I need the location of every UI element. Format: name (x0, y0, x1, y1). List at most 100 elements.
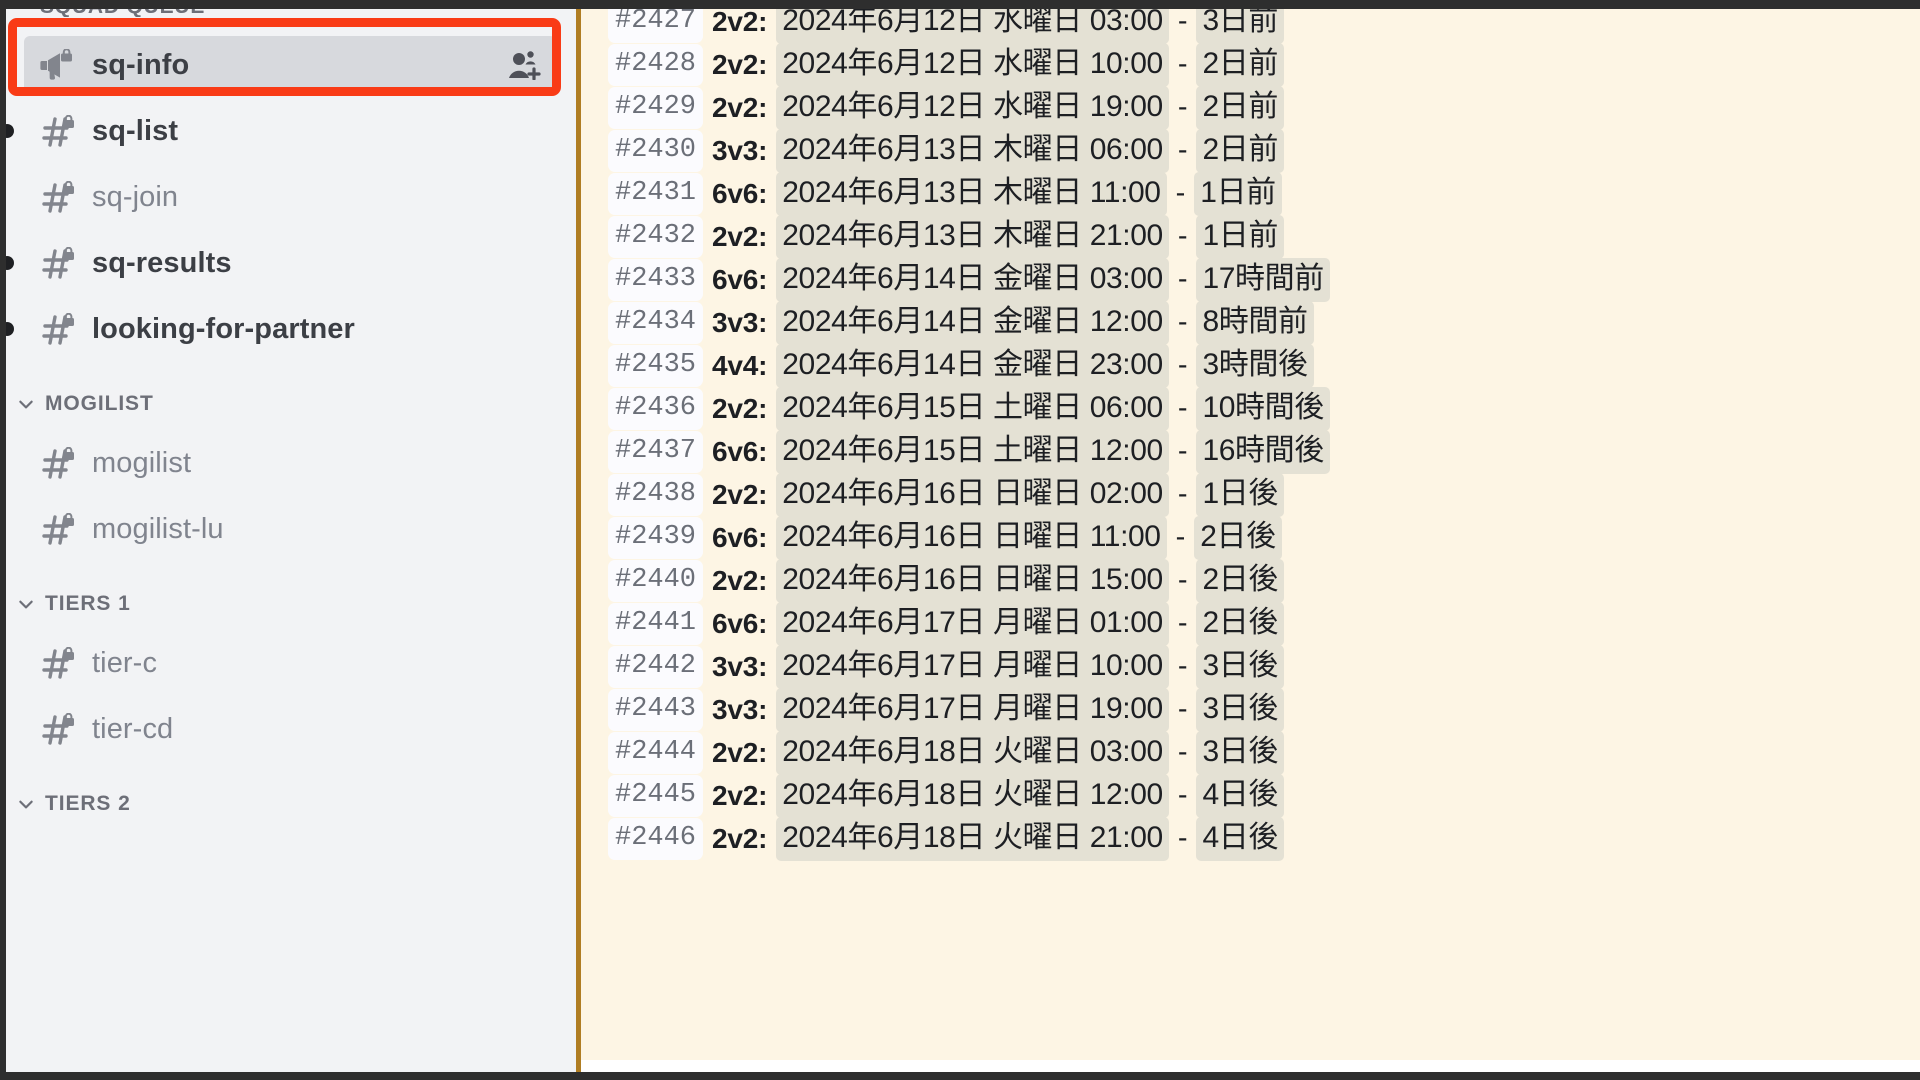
message-id-badge[interactable]: #2435 (608, 344, 704, 387)
category-header-tiers-1[interactable]: TIERS 1 (16, 592, 131, 616)
scheduled-timestamp[interactable]: 2024年6月15日 土曜日 12:00 (776, 429, 1169, 474)
sidebar-channel-sq-list[interactable]: sq-list (24, 102, 556, 160)
scheduled-timestamp[interactable]: 2024年6月16日 日曜日 02:00 (776, 472, 1169, 517)
message-id-badge[interactable]: #2444 (608, 731, 704, 774)
message-id-badge[interactable]: #2437 (608, 430, 704, 473)
scheduled-timestamp[interactable]: 2024年6月13日 木曜日 06:00 (776, 128, 1169, 173)
scheduled-timestamp[interactable]: 2024年6月17日 月曜日 10:00 (776, 644, 1169, 689)
message-id-badge[interactable]: #2430 (608, 129, 704, 172)
message-id-badge[interactable]: #2439 (608, 516, 704, 559)
relative-time[interactable]: 3日後 (1196, 687, 1284, 732)
message-id-badge[interactable]: #2428 (608, 43, 704, 86)
message-id-badge[interactable]: #2436 (608, 387, 704, 430)
scheduled-timestamp[interactable]: 2024年6月15日 土曜日 06:00 (776, 386, 1169, 431)
relative-time[interactable]: 1日前 (1194, 171, 1282, 216)
relative-time[interactable]: 2日後 (1196, 558, 1284, 603)
schedule-row[interactable]: #2439 6v6: 2024年6月16日 日曜日 11:00-2日後 (581, 515, 1330, 560)
scheduled-timestamp[interactable]: 2024年6月14日 金曜日 03:00 (776, 257, 1169, 302)
schedule-row[interactable]: #2429 2v2: 2024年6月12日 水曜日 19:00-2日前 (581, 85, 1330, 130)
message-id-badge[interactable]: #2434 (608, 301, 704, 344)
message-id-badge[interactable]: #2431 (608, 172, 704, 215)
schedule-row[interactable]: #2433 6v6: 2024年6月14日 金曜日 03:00-17時間前 (581, 257, 1330, 302)
message-id-badge[interactable]: #2446 (608, 817, 704, 860)
relative-time[interactable]: 17時間前 (1196, 257, 1330, 302)
relative-time[interactable]: 2日後 (1196, 601, 1284, 646)
hash-lock-icon (38, 712, 78, 746)
relative-time[interactable]: 2日前 (1196, 42, 1284, 87)
scheduled-timestamp[interactable]: 2024年6月18日 火曜日 12:00 (776, 773, 1169, 818)
relative-time[interactable]: 1日後 (1196, 472, 1284, 517)
message-id-badge[interactable]: #2442 (608, 645, 704, 688)
schedule-row[interactable]: #2427 2v2: 2024年6月12日 水曜日 03:00-3日前 (581, 9, 1330, 44)
schedule-row[interactable]: #2442 3v3: 2024年6月17日 月曜日 10:00-3日後 (581, 644, 1330, 689)
schedule-row[interactable]: #2436 2v2: 2024年6月15日 土曜日 06:00-10時間後 (581, 386, 1330, 431)
message-id-badge[interactable]: #2443 (608, 688, 704, 731)
schedule-row[interactable]: #2434 3v3: 2024年6月14日 金曜日 12:00-8時間前 (581, 300, 1330, 345)
relative-time[interactable]: 3時間後 (1196, 343, 1314, 388)
scheduled-timestamp[interactable]: 2024年6月13日 木曜日 21:00 (776, 214, 1169, 259)
schedule-row[interactable]: #2443 3v3: 2024年6月17日 月曜日 19:00-3日後 (581, 687, 1330, 732)
category-header-clipped[interactable]: SQUAD QUEUE (16, 9, 205, 17)
message-id-badge[interactable]: #2441 (608, 602, 704, 645)
schedule-row[interactable]: #2435 4v4: 2024年6月14日 金曜日 23:00-3時間後 (581, 343, 1330, 388)
message-id-badge[interactable]: #2438 (608, 473, 704, 516)
scheduled-timestamp[interactable]: 2024年6月17日 月曜日 01:00 (776, 601, 1169, 646)
category-header-mogilist[interactable]: MOGILIST (16, 392, 154, 416)
relative-time[interactable]: 3日後 (1196, 730, 1284, 775)
message-id-badge[interactable]: #2432 (608, 215, 704, 258)
hash-lock-icon (38, 512, 78, 546)
schedule-row[interactable]: #2440 2v2: 2024年6月16日 日曜日 15:00-2日後 (581, 558, 1330, 603)
schedule-row[interactable]: #2432 2v2: 2024年6月13日 木曜日 21:00-1日前 (581, 214, 1330, 259)
scheduled-timestamp[interactable]: 2024年6月13日 木曜日 11:00 (776, 171, 1167, 216)
scheduled-timestamp[interactable]: 2024年6月12日 水曜日 10:00 (776, 42, 1169, 87)
scheduled-timestamp[interactable]: 2024年6月14日 金曜日 23:00 (776, 343, 1169, 388)
scheduled-timestamp[interactable]: 2024年6月14日 金曜日 12:00 (776, 300, 1169, 345)
category-label: TIERS 2 (45, 792, 131, 815)
relative-time[interactable]: 16時間後 (1196, 429, 1330, 474)
schedule-row[interactable]: #2444 2v2: 2024年6月18日 火曜日 03:00-3日後 (581, 730, 1330, 775)
match-mode-label: 2v2: (712, 564, 768, 596)
sidebar-channel-sq-join[interactable]: sq-join (24, 168, 556, 226)
relative-time[interactable]: 2日前 (1196, 85, 1284, 130)
category-header-tiers-2[interactable]: TIERS 2 (16, 792, 131, 816)
relative-time[interactable]: 1日前 (1196, 214, 1284, 259)
add-member-icon[interactable] (508, 50, 542, 80)
schedule-row[interactable]: #2428 2v2: 2024年6月12日 水曜日 10:00-2日前 (581, 42, 1330, 87)
sidebar-channel-mogilist[interactable]: mogilist (24, 434, 556, 492)
message-id-badge[interactable]: #2427 (608, 9, 704, 43)
relative-time[interactable]: 3日後 (1196, 644, 1284, 689)
sidebar-channel-tier-cd[interactable]: tier-cd (24, 700, 556, 758)
scheduled-timestamp[interactable]: 2024年6月17日 月曜日 19:00 (776, 687, 1169, 732)
scheduled-timestamp[interactable]: 2024年6月16日 日曜日 15:00 (776, 558, 1169, 603)
relative-time[interactable]: 8時間前 (1196, 300, 1314, 345)
message-id-badge[interactable]: #2445 (608, 774, 704, 817)
schedule-row[interactable]: #2431 6v6: 2024年6月13日 木曜日 11:00-1日前 (581, 171, 1330, 216)
separator-dash: - (1177, 478, 1188, 510)
relative-time[interactable]: 4日後 (1196, 773, 1284, 818)
message-id-badge[interactable]: #2429 (608, 86, 704, 129)
relative-time[interactable]: 2日後 (1194, 515, 1282, 560)
scheduled-timestamp[interactable]: 2024年6月12日 水曜日 19:00 (776, 85, 1169, 130)
schedule-row[interactable]: #2445 2v2: 2024年6月18日 火曜日 12:00-4日後 (581, 773, 1330, 818)
schedule-row[interactable]: #2437 6v6: 2024年6月15日 土曜日 12:00-16時間後 (581, 429, 1330, 474)
schedule-row[interactable]: #2446 2v2: 2024年6月18日 火曜日 21:00-4日後 (581, 816, 1330, 861)
relative-time[interactable]: 3日前 (1196, 9, 1284, 44)
message-id-badge[interactable]: #2440 (608, 559, 704, 602)
sidebar-channel-sq-info[interactable]: sq-info (24, 36, 556, 94)
message-id-badge[interactable]: #2433 (608, 258, 704, 301)
sidebar-channel-tier-c[interactable]: tier-c (24, 634, 556, 692)
schedule-row[interactable]: #2438 2v2: 2024年6月16日 日曜日 02:00-1日後 (581, 472, 1330, 517)
sidebar-channel-sq-results[interactable]: sq-results (24, 234, 556, 292)
relative-time[interactable]: 4日後 (1196, 816, 1284, 861)
relative-time[interactable]: 10時間後 (1196, 386, 1330, 431)
sidebar-channel-looking-for-partner[interactable]: looking-for-partner (24, 300, 556, 358)
schedule-row[interactable]: #2441 6v6: 2024年6月17日 月曜日 01:00-2日後 (581, 601, 1330, 646)
scheduled-timestamp[interactable]: 2024年6月12日 水曜日 03:00 (776, 9, 1169, 44)
relative-time[interactable]: 2日前 (1196, 128, 1284, 173)
sidebar-channel-mogilist-lu[interactable]: mogilist-lu (24, 500, 556, 558)
scheduled-timestamp[interactable]: 2024年6月18日 火曜日 03:00 (776, 730, 1169, 775)
scheduled-timestamp[interactable]: 2024年6月16日 日曜日 11:00 (776, 515, 1167, 560)
scheduled-timestamp[interactable]: 2024年6月18日 火曜日 21:00 (776, 816, 1169, 861)
chevron-down-icon (16, 9, 32, 17)
schedule-row[interactable]: #2430 3v3: 2024年6月13日 木曜日 06:00-2日前 (581, 128, 1330, 173)
